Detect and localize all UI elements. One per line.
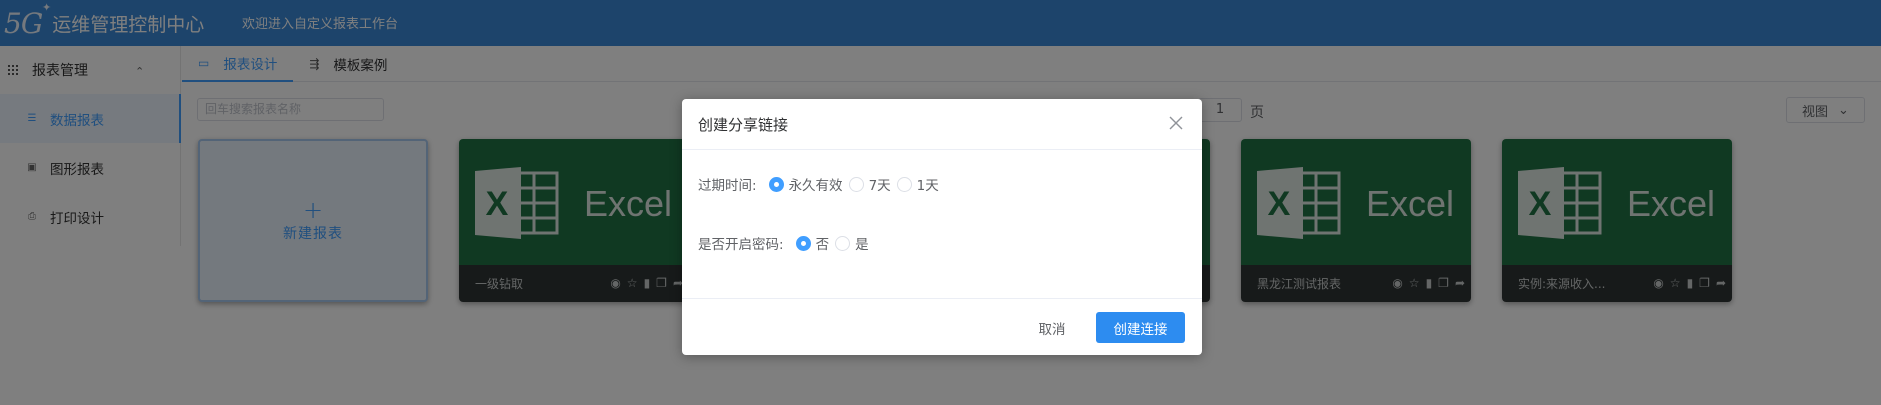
- radio-label: 1天: [916, 178, 939, 194]
- radio-unchecked-icon: [896, 176, 912, 192]
- radio-checked-icon: [768, 176, 784, 192]
- expire-time-row: 过期时间: 永久有效 7天 1天: [698, 174, 945, 194]
- cancel-button[interactable]: 取消: [1022, 312, 1082, 343]
- expire-option-1-day[interactable]: 1天: [896, 174, 939, 194]
- password-row: 是否开启密码: 否 是: [698, 233, 875, 253]
- dialog-header: 创建分享链接: [682, 99, 1202, 150]
- radio-unchecked-icon: [835, 235, 851, 251]
- radio-unchecked-icon: [848, 176, 864, 192]
- expire-option-permanent[interactable]: 永久有效: [768, 174, 843, 194]
- password-label: 是否开启密码:: [698, 237, 784, 253]
- radio-label: 否: [815, 237, 830, 253]
- password-option-yes[interactable]: 是: [835, 233, 869, 253]
- password-option-no[interactable]: 否: [795, 233, 830, 253]
- create-link-button[interactable]: 创建连接: [1096, 312, 1185, 343]
- radio-label: 永久有效: [788, 178, 843, 194]
- dialog-title: 创建分享链接: [698, 115, 789, 134]
- expire-time-label: 过期时间:: [698, 178, 757, 194]
- close-icon[interactable]: [1168, 115, 1184, 131]
- share-link-dialog: 创建分享链接 过期时间: 永久有效 7天 1天 是否开启密码: 否 是 取消 创…: [682, 99, 1202, 355]
- radio-label: 7天: [868, 178, 891, 194]
- radio-label: 是: [855, 237, 869, 253]
- expire-option-7-days[interactable]: 7天: [848, 174, 891, 194]
- radio-checked-icon: [795, 235, 811, 251]
- dialog-footer: 取消 创建连接: [682, 298, 1202, 355]
